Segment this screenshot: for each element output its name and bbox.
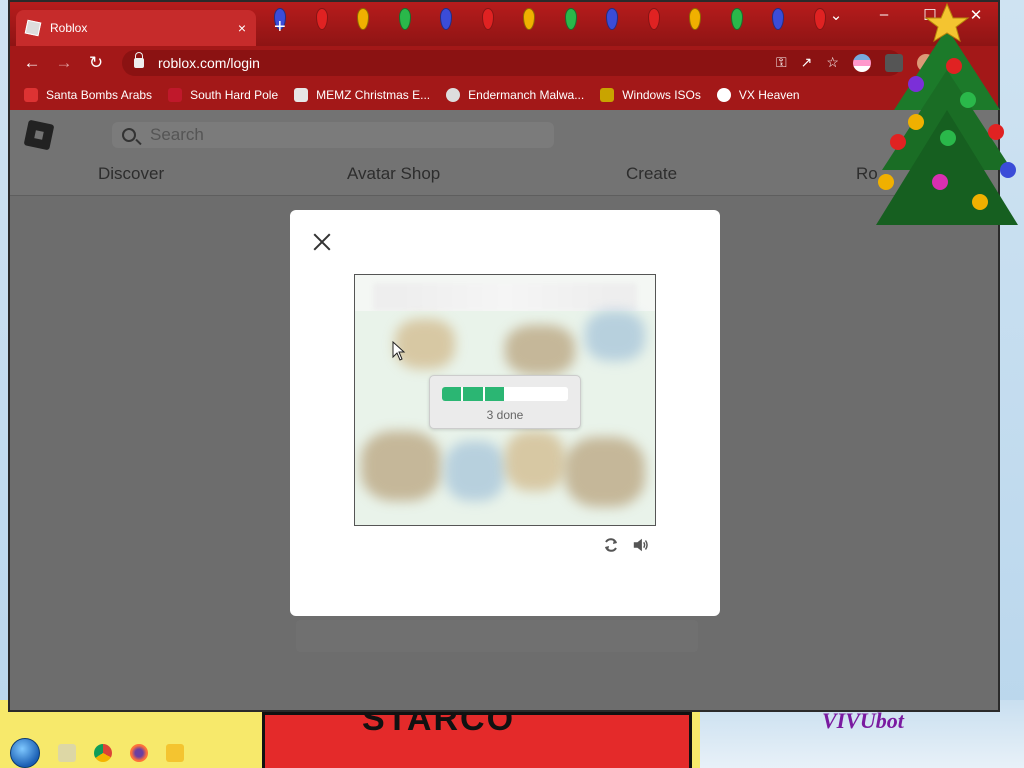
page-content-dimmed: Search Discover Avatar Shop Create Ro 3 … — [10, 110, 998, 710]
forward-button[interactable]: → — [48, 53, 80, 73]
task-view-icon[interactable] — [58, 744, 76, 762]
speaker-icon[interactable] — [632, 536, 650, 554]
christmas-lights-decoration — [270, 2, 830, 42]
captcha-heading-blurred — [373, 283, 637, 311]
refresh-icon[interactable] — [602, 536, 620, 554]
share-icon[interactable]: ↗ — [801, 54, 813, 72]
firefox-icon[interactable] — [130, 744, 148, 762]
image-icon — [294, 88, 309, 102]
progress-card: 3 done — [429, 375, 581, 429]
progress-segment-pending — [548, 387, 568, 401]
bookmark-star-icon[interactable]: ☆ — [826, 54, 839, 72]
taskbar — [0, 738, 1024, 768]
roblox-header: Search Discover Avatar Shop Create Ro — [10, 110, 998, 196]
bookmark-item[interactable]: Santa Bombs Arabs — [24, 88, 152, 102]
skull-icon — [716, 88, 731, 102]
tab-list-button[interactable]: ⌄ — [822, 6, 850, 24]
roblox-logo-icon[interactable] — [23, 119, 55, 151]
login-button-ghost — [296, 620, 698, 652]
bookmark-item[interactable]: South Hard Pole — [168, 88, 278, 102]
roblox-favicon-icon — [24, 19, 42, 37]
progress-segment-pending — [527, 387, 547, 401]
browser-window: Roblox × + ⌄ – ☐ ✕ ← → ↻ roblox.com/logi… — [8, 0, 1000, 712]
windows-iso-icon — [600, 88, 615, 102]
progress-segment-pending — [505, 387, 526, 401]
tab-roblox[interactable]: Roblox × — [16, 10, 256, 46]
panda-icon — [446, 88, 461, 102]
search-input[interactable]: Search — [112, 122, 554, 148]
bookmark-item[interactable]: VX Heaven — [716, 88, 800, 102]
bookmark-label: Santa Bombs Arabs — [46, 88, 153, 102]
bookmark-label: Windows ISOs — [622, 88, 701, 102]
key-icon[interactable]: ⚿ — [776, 54, 787, 72]
browser-toolbar: ← → ↻ roblox.com/login ⚿ ↗ ☆ ✦ — [10, 46, 998, 80]
extension-flag-icon[interactable] — [852, 54, 871, 72]
bookmarks-bar: Santa Bombs Arabs South Hard Pole MEMZ C… — [10, 80, 998, 110]
progress-segment-done — [484, 387, 504, 401]
captcha-tools — [602, 536, 650, 554]
tab-strip: Roblox × + ⌄ – ☐ ✕ — [10, 2, 998, 46]
tab-close-icon[interactable]: × — [238, 20, 246, 36]
progress-segment-done — [442, 387, 462, 401]
tab-title: Roblox — [50, 21, 88, 35]
nav-discover[interactable]: Discover — [98, 164, 164, 184]
nav-create[interactable]: Create — [626, 164, 677, 184]
search-placeholder: Search — [150, 125, 204, 144]
santa-icon — [24, 88, 38, 102]
progress-bar — [442, 387, 568, 401]
new-tab-button[interactable]: + — [274, 16, 286, 39]
start-button-icon[interactable] — [10, 738, 40, 768]
file-explorer-icon[interactable] — [166, 744, 184, 762]
close-icon[interactable] — [310, 230, 334, 254]
bookmark-item[interactable]: MEMZ Christmas E... — [294, 88, 430, 102]
bookmark-label: MEMZ Christmas E... — [316, 88, 431, 102]
reload-button[interactable]: ↻ — [80, 53, 112, 73]
search-icon — [122, 128, 136, 142]
bookmark-label: Endermanch Malwa... — [468, 88, 585, 102]
lock-icon[interactable] — [134, 52, 144, 68]
star-red-icon — [168, 88, 183, 102]
bookmark-item[interactable]: Windows ISOs — [600, 88, 701, 102]
progress-label: 3 done — [486, 408, 524, 422]
captcha-challenge: 3 done — [354, 274, 656, 526]
bookmark-item[interactable]: Endermanch Malwa... — [446, 88, 584, 102]
chrome-icon[interactable] — [94, 744, 112, 762]
christmas-tree-decoration — [876, 2, 1018, 225]
back-button[interactable]: ← — [16, 53, 48, 73]
bookmark-label: VX Heaven — [738, 88, 800, 102]
nav-avatar-shop[interactable]: Avatar Shop — [347, 164, 440, 184]
address-bar-url: roblox.com/login — [158, 55, 260, 71]
bookmark-label: South Hard Pole — [190, 88, 279, 102]
progress-segment-done — [463, 387, 483, 401]
captcha-modal: 3 done — [290, 210, 720, 616]
